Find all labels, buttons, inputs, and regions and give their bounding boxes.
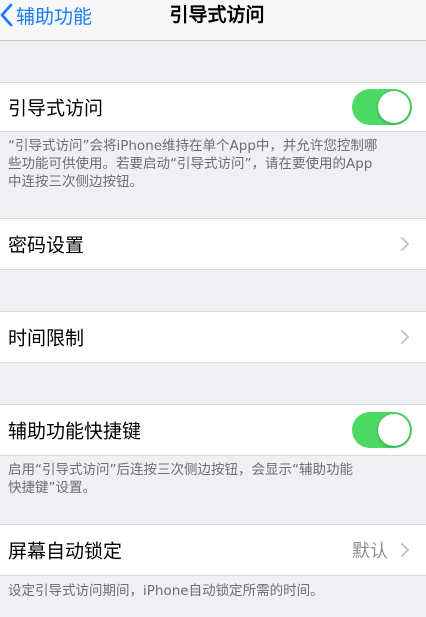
passcode-settings-row[interactable]: 密码设置 xyxy=(0,218,426,270)
auto-lock-description: 设定引导式访问期间，iPhone自动锁定所需的时间。 xyxy=(8,582,420,600)
toggle-knob xyxy=(378,91,410,123)
guided-access-description-line: “引导式访问”会将iPhone维持在单个App中，并允许您控制哪 xyxy=(8,138,378,154)
auto-lock-description-line: 设定引导式访问期间，iPhone自动锁定所需的时间。 xyxy=(8,583,324,599)
guided-access-toggle[interactable] xyxy=(352,89,412,125)
navigation-bar: 辅助功能 引导式访问 xyxy=(0,0,426,41)
page-title: 引导式访问 xyxy=(169,4,265,26)
accessibility-shortcut-description: 启用“引导式访问”后连按三次侧边按钮，会显示“辅助功能 快捷键”设置。 xyxy=(8,461,420,497)
toggle-knob xyxy=(378,414,410,446)
guided-access-description-line: 中连按三次侧边按钮。 xyxy=(8,174,143,190)
guided-access-description-line: 些功能可供使用。若要启动“引导式访问”，请在要使用的App xyxy=(8,156,373,172)
guided-access-label: 引导式访问 xyxy=(8,97,104,120)
chevron-right-icon xyxy=(401,237,409,251)
auto-lock-label: 屏幕自动锁定 xyxy=(8,540,123,563)
passcode-settings-label: 密码设置 xyxy=(8,234,85,257)
accessibility-shortcut-toggle[interactable] xyxy=(352,412,412,448)
accessibility-shortcut-row: 辅助功能快捷键 xyxy=(0,404,426,456)
time-limits-row[interactable]: 时间限制 xyxy=(0,311,426,363)
auto-lock-row[interactable]: 屏幕自动锁定 默认 xyxy=(0,524,426,576)
chevron-right-icon xyxy=(401,543,409,557)
chevron-right-icon xyxy=(401,330,409,344)
accessibility-shortcut-description-line: 快捷键”设置。 xyxy=(8,480,96,496)
guided-access-row: 引导式访问 xyxy=(0,82,426,132)
time-limits-label: 时间限制 xyxy=(8,327,85,350)
guided-access-description: “引导式访问”会将iPhone维持在单个App中，并允许您控制哪 些功能可供使用… xyxy=(8,137,420,191)
accessibility-shortcut-description-line: 启用“引导式访问”后连按三次侧边按钮，会显示“辅助功能 xyxy=(8,462,353,478)
accessibility-shortcut-label: 辅助功能快捷键 xyxy=(8,420,142,443)
auto-lock-value: 默认 xyxy=(352,541,388,562)
